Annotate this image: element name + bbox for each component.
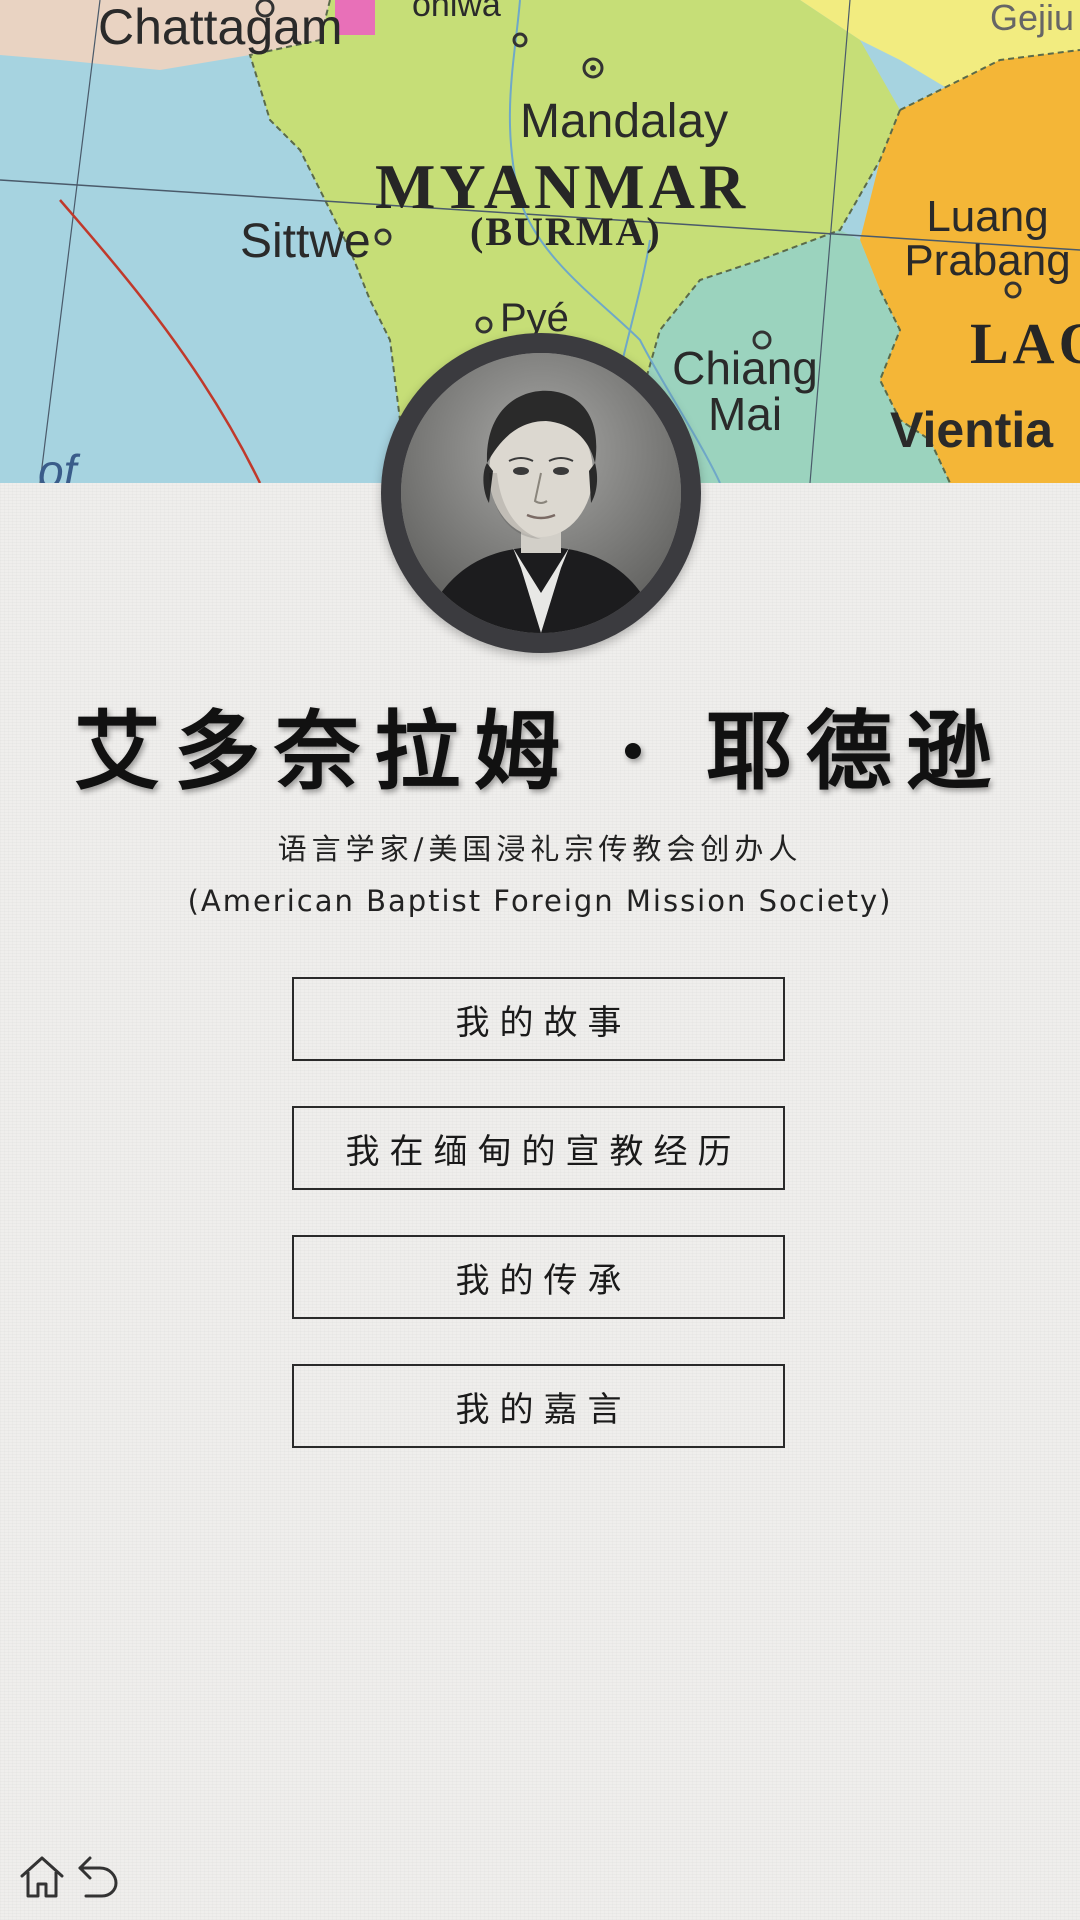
myanmar-mission-button[interactable]: 我在缅甸的宣教经历 [292,1106,785,1190]
map-label-bay: of [38,445,77,483]
home-icon[interactable] [18,1852,66,1900]
map-label-chiang-mai: Chiang Mai [672,342,818,440]
portrait-drawing [401,353,681,633]
map-label-laos: LAO [970,311,1080,376]
map-label-gejiu: Gejiu [990,0,1075,38]
my-story-button[interactable]: 我的故事 [292,977,785,1061]
portrait-image [401,353,681,633]
map-label-vientiane: Vientia [890,402,1054,458]
map-label-luang-prabang: Luang Prabang [904,192,1071,285]
map-label-mandalay: Mandalay [520,95,729,148]
subtitle: 语言学家/美国浸礼宗传教会创办人 [277,832,803,866]
map-label-pye: Pyé [500,296,569,340]
back-icon[interactable] [72,1852,120,1900]
map-label-monywa: onlwa [412,0,501,24]
my-story-button-label: 我的故事 [455,1002,632,1043]
my-legacy-button-label: 我的传承 [455,1260,632,1301]
map-label-chattagam: Chattagam [98,0,343,55]
map-label-sittwe: Sittwe [240,215,371,268]
subtitle-english: (American Baptist Foreign Mission Societ… [187,884,893,918]
map-label-burma: (BURMA) [470,209,662,254]
my-quotes-button-label: 我的嘉言 [455,1389,632,1430]
my-quotes-button[interactable]: 我的嘉言 [292,1364,785,1448]
portrait-frame [381,333,701,653]
myanmar-mission-button-label: 我在缅甸的宣教经历 [345,1131,742,1172]
page-title: 艾多奈拉姆 · 耶德逊 [74,701,1006,802]
my-legacy-button[interactable]: 我的传承 [292,1235,785,1319]
